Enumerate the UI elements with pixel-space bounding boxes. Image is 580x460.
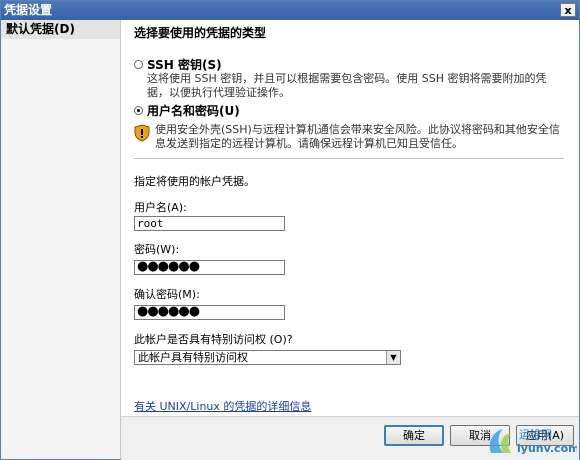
username-field[interactable]: root	[134, 216, 285, 231]
username-password-label[interactable]: 用户名和密码(U)	[147, 102, 240, 119]
special-access-value: 此帐户具有特别访问权	[138, 351, 248, 364]
ok-button[interactable]: 确定	[384, 425, 444, 446]
watermark-text-cn: 运维网	[519, 428, 552, 441]
window-title: 凭据设置	[4, 3, 53, 17]
sidebar-item-label: 默认凭据(D)	[6, 22, 75, 36]
special-access-dropdown[interactable]: 此帐户具有特别访问权 ▼	[134, 350, 401, 365]
chevron-down-icon[interactable]: ▼	[386, 351, 400, 364]
username-password-radio[interactable]	[134, 106, 143, 115]
warning-shield-icon	[134, 124, 150, 142]
credentials-dialog: 凭据设置 x 默认凭据(D) 选择要使用的凭据的类型 SSH 密钥(S) 这将使…	[0, 0, 580, 460]
password-label: 密码(W):	[134, 243, 180, 256]
credentials-help-link[interactable]: 有关 UNIX/Linux 的凭据的详细信息	[134, 398, 311, 414]
special-access-label: 此帐户是否具有特别访问权 (O)?	[134, 333, 293, 346]
sidebar: 默认凭据(D)	[1, 20, 121, 459]
confirm-password-field[interactable]: ●●●●●●	[134, 305, 285, 320]
watermark-text-en: iyunv.com	[517, 442, 577, 455]
ssh-key-label[interactable]: SSH 密钥(S)	[147, 56, 222, 73]
password-field[interactable]: ●●●●●●	[134, 260, 285, 275]
username-label: 用户名(A):	[134, 201, 187, 214]
security-warning-text: 使用安全外壳(SSH)与远程计算机通信会带来安全风险。此协议将密码和其他安全信息…	[155, 123, 560, 150]
page-title: 选择要使用的凭据的类型	[134, 26, 267, 40]
section-divider	[134, 158, 564, 159]
title-bar: 凭据设置 x	[1, 1, 579, 20]
watermark-logo: 运维网 iyunv.com	[485, 425, 580, 457]
ssh-key-description: 这将使用 SSH 密钥，并且可以根据需要包含密码。使用 SSH 密钥将需要附加的…	[147, 72, 547, 99]
ssh-key-radio[interactable]	[134, 60, 143, 69]
confirm-password-label: 确认密码(M):	[134, 288, 200, 301]
sidebar-item-default-credentials[interactable]: 默认凭据(D)	[1, 20, 120, 39]
close-icon: x	[564, 4, 572, 17]
account-prompt: 指定将使用的帐户凭据。	[134, 175, 255, 188]
close-button[interactable]: x	[560, 3, 576, 17]
